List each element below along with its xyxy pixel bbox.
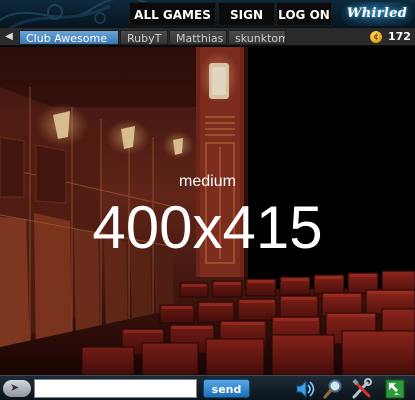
- send-button[interactable]: send: [203, 379, 250, 398]
- tab-club-awesome[interactable]: Club Awesome: [19, 30, 119, 45]
- chat-toolbar: ➤ send: [0, 375, 415, 400]
- volume-icon[interactable]: [294, 378, 316, 400]
- coin-count: 172: [388, 30, 411, 43]
- chat-input[interactable]: [34, 379, 197, 398]
- quality-label: medium: [179, 173, 236, 190]
- all-games-link[interactable]: ALL GAMES: [129, 2, 216, 26]
- sign-up-link[interactable]: SIGN UP: [218, 2, 275, 26]
- tab-skunktom[interactable]: skunktom: [228, 30, 286, 45]
- build-tools-icon[interactable]: [351, 378, 373, 400]
- chat-direction-toggle[interactable]: ➤: [3, 380, 31, 397]
- coin-balance: ¢ 172: [370, 29, 414, 45]
- tab-rubyt[interactable]: RubyT: [120, 30, 168, 45]
- speech-arrow-icon: ➤: [10, 381, 20, 394]
- zoom-icon[interactable]: [322, 378, 344, 400]
- room-scene[interactable]: medium 400x415: [0, 47, 415, 375]
- whirled-logo[interactable]: Whirled: [341, 2, 413, 26]
- fullscreen-icon[interactable]: [384, 378, 406, 400]
- location-tab-bar: ◀ Club Awesome RubyT Matthias skunktom ¢…: [0, 28, 415, 46]
- coin-icon: ¢: [370, 31, 382, 43]
- tab-matthias[interactable]: Matthias: [169, 30, 227, 45]
- top-header: ALL GAMES SIGN UP LOG ON Whirled: [0, 0, 415, 28]
- log-on-link[interactable]: LOG ON: [276, 2, 332, 26]
- back-arrow-icon[interactable]: ◀: [2, 30, 16, 44]
- media-size-label: medium 400x415: [0, 173, 415, 263]
- dimensions-label: 400x415: [92, 194, 323, 261]
